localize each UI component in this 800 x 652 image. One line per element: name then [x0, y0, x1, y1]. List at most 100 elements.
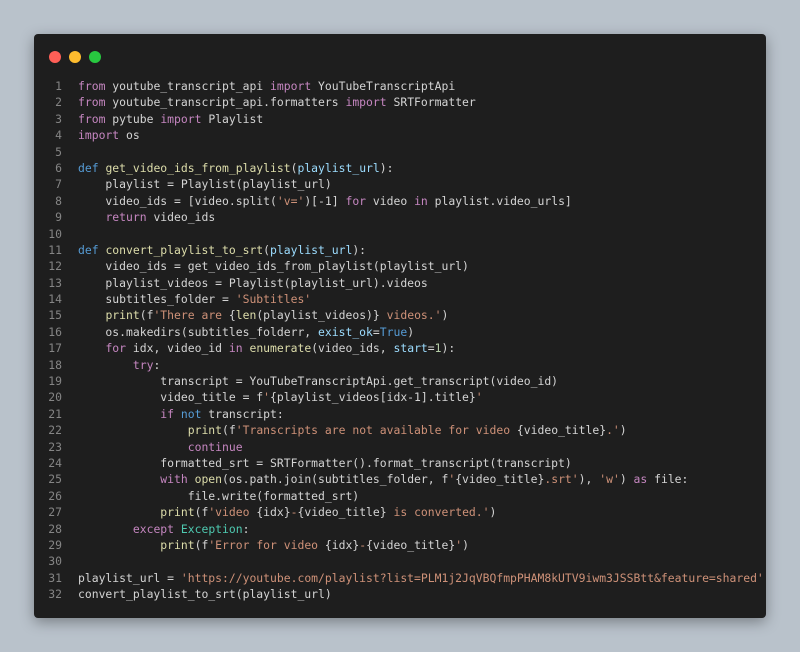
code-token: is converted.': [386, 505, 490, 520]
code-token: (video_ids,: [311, 341, 394, 356]
code-line: 14 subtitles_folder = 'Subtitles': [34, 291, 766, 307]
code-token: enumerate: [249, 341, 312, 356]
code-token: def: [78, 242, 99, 257]
code-token: ): [407, 324, 415, 339]
code-token: os: [119, 128, 140, 143]
line-source: video_ids = [video.split('v=')[-1] for v…: [78, 193, 572, 209]
code-token: from: [78, 111, 106, 126]
code-token: def: [78, 160, 99, 175]
code-token: transcript:: [201, 406, 284, 421]
code-token: {idx}: [256, 505, 291, 520]
line-source: if not transcript:: [78, 406, 284, 422]
code-token: if: [160, 406, 175, 421]
line-source: print(f'video {idx}-{video_title} is con…: [78, 504, 496, 520]
line-number: 10: [48, 226, 62, 241]
code-token: YouTubeTranscriptApi: [311, 79, 456, 93]
line-source: print(f'Error for video {idx}-{video_tit…: [78, 537, 469, 553]
line-number: 8: [55, 193, 62, 208]
code-token: playlist.video_urls]: [427, 193, 572, 208]
line-source: transcript = YouTubeTranscriptApi.get_tr…: [78, 373, 558, 389]
code-token: try: [132, 357, 154, 372]
code-line: 2 from youtube_transcript_api.formatters …: [34, 94, 766, 110]
line-source: playlist_videos = Playlist(playlist_url)…: [78, 275, 427, 291]
code-token: 'v=': [276, 193, 305, 208]
code-line: 31 playlist_url = 'https://youtube.com/pl…: [34, 570, 766, 586]
code-token: os.makedirs(subtitles_folderr,: [78, 324, 319, 339]
code-line: 23 continue: [34, 439, 766, 455]
code-token: playlist_url: [297, 160, 380, 175]
line-number: 1: [55, 79, 62, 93]
code-token: len: [235, 308, 257, 323]
code-token: import: [160, 111, 202, 126]
code-line: 7 playlist = Playlist(playlist_url): [34, 176, 766, 192]
code-token: ): [619, 423, 627, 438]
line-source: formatted_srt = SRTFormatter().format_tr…: [78, 455, 571, 471]
code-token: subtitles_folder =: [78, 292, 236, 307]
code-token: (playlist_videos)}: [256, 308, 380, 323]
code-token: youtube_transcript_api.formatters: [105, 95, 346, 110]
code-token: video_title = f: [78, 390, 264, 405]
code-token: ': [263, 390, 271, 405]
code-token: {video_title}: [366, 537, 456, 552]
code-token: import: [78, 128, 120, 143]
code-token: (f: [139, 308, 154, 323]
code-token: 'video: [208, 505, 257, 520]
line-number: 27: [48, 505, 62, 520]
line-source: def convert_playlist_to_srt(playlist_url…: [78, 242, 366, 258]
code-token: start: [393, 341, 428, 356]
code-token: except: [132, 521, 175, 536]
code-token: pytube: [105, 111, 161, 126]
code-token: 'There are: [153, 308, 229, 323]
line-number: 20: [48, 390, 62, 405]
minimize-dot[interactable]: [69, 51, 81, 63]
code-token: ): [441, 308, 449, 323]
line-source: print(f'Transcripts are not available fo…: [78, 422, 627, 438]
close-dot[interactable]: [49, 51, 61, 63]
line-source: os.makedirs(subtitles_folderr, exist_ok=…: [78, 324, 414, 340]
code-token: file.write(formatted_srt): [78, 488, 360, 503]
code-token: convert_playlist_to_srt(playlist_url): [78, 587, 332, 602]
code-token: ': [475, 390, 483, 405]
line-source: video_ids = get_video_ids_from_playlist(…: [78, 258, 468, 274]
code-line: 3 from pytube import Playlist: [34, 111, 766, 127]
code-token: True: [379, 324, 408, 339]
line-number: 16: [48, 324, 62, 339]
line-source: return video_ids: [78, 209, 215, 225]
zoom-dot[interactable]: [89, 51, 101, 63]
code-token: ):: [352, 242, 367, 257]
code-token: )[-1]: [304, 193, 346, 208]
code-token: {playlist_videos[idx-1].title}: [270, 390, 476, 405]
code-token: from: [78, 79, 106, 93]
line-source: import os: [78, 127, 140, 143]
line-number: 4: [55, 128, 62, 143]
code-token: SRTFormatter: [386, 95, 476, 110]
code-token: 'Subtitles': [235, 292, 312, 307]
code-token: 'https://youtube.com/playlist?list=PLM1j…: [180, 570, 764, 585]
code-line: 30: [34, 553, 766, 569]
code-block: 1 from youtube_transcript_api import YouT…: [34, 78, 766, 603]
code-token: playlist_url =: [78, 570, 181, 585]
code-token: idx, video_id: [126, 341, 229, 356]
code-token: from: [78, 95, 106, 110]
code-token: ): [489, 505, 497, 520]
code-token: return: [105, 210, 147, 225]
line-number: 3: [55, 111, 62, 126]
code-line: 21 if not transcript:: [34, 406, 766, 422]
code-token: {video_title}: [455, 472, 545, 487]
code-token: (f: [194, 537, 209, 552]
code-token: print: [160, 537, 195, 552]
line-number: 7: [55, 177, 62, 192]
code-line: 6 def get_video_ids_from_playlist(playlis…: [34, 160, 766, 176]
code-token: .': [606, 423, 620, 438]
code-token: 'w': [599, 472, 620, 487]
line-number: 28: [48, 521, 62, 536]
line-number: 32: [48, 587, 62, 602]
line-number: 30: [48, 554, 62, 569]
line-source: continue: [78, 439, 243, 455]
line-number: 22: [48, 423, 62, 438]
